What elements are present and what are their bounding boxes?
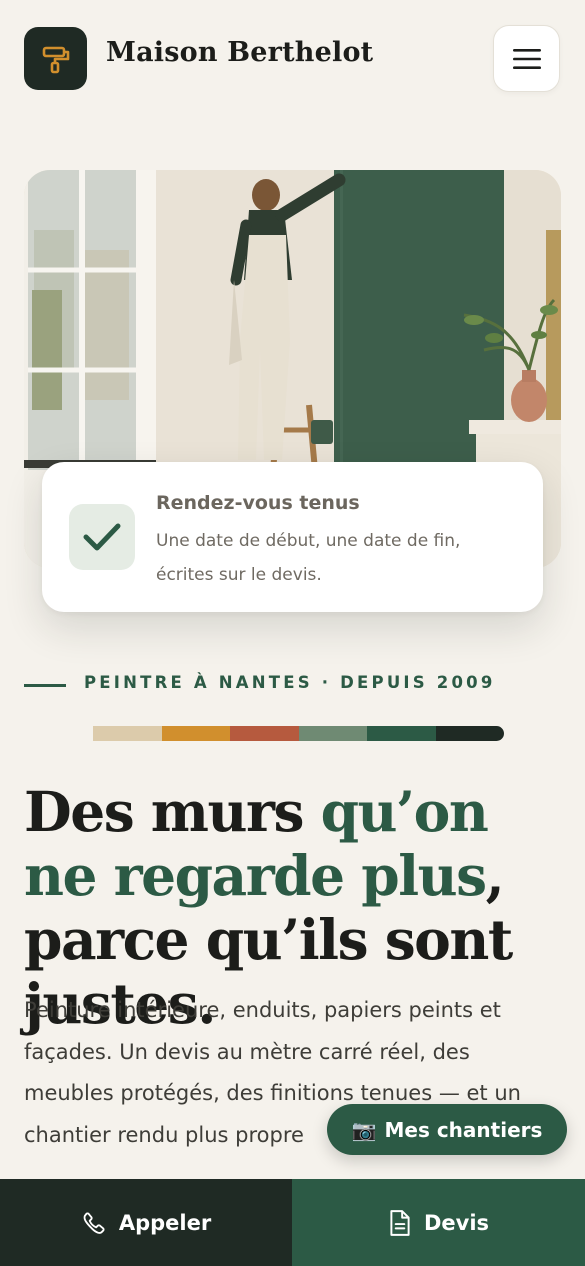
site-header: Maison Berthelot [0,0,585,118]
headline-part-1: Des murs [24,779,321,844]
promise-card: Rendez-vous tenus Une date de début, une… [42,462,543,612]
checkmark-icon [83,523,121,551]
camera-icon: 📷 [351,1117,377,1142]
check-badge [69,504,135,570]
eyebrow-rule [24,684,66,687]
quote-button-label: Devis [423,1210,490,1235]
hamburger-menu-icon [512,48,541,69]
phone-icon [83,1211,105,1234]
color-palette-strip [93,726,504,741]
logo[interactable] [24,27,87,90]
menu-button[interactable] [493,25,560,92]
palette-swatch [298,726,367,741]
palette-swatch [161,726,230,741]
my-projects-label: Mes chantiers [384,1117,543,1142]
palette-swatch [367,726,436,741]
brand-name[interactable]: Maison Berthelot [106,37,373,68]
paint-roller-icon [42,46,69,73]
palette-swatch [435,726,504,741]
palette-swatch [230,726,299,741]
call-button-label: Appeler [118,1210,212,1235]
document-icon [390,1209,410,1236]
card-description: Une date de début, une date de fin, écri… [156,531,461,585]
card-title: Rendez-vous tenus [156,492,360,514]
bottom-action-bar: Appeler Devis [0,1179,585,1266]
my-projects-button[interactable]: 📷 Mes chantiers [327,1104,567,1155]
quote-button[interactable]: Devis [292,1179,585,1266]
call-button[interactable]: Appeler [0,1179,292,1266]
palette-swatch [93,726,162,741]
eyebrow-text: PEINTRE À NANTES · DEPUIS 2009 [84,673,496,692]
